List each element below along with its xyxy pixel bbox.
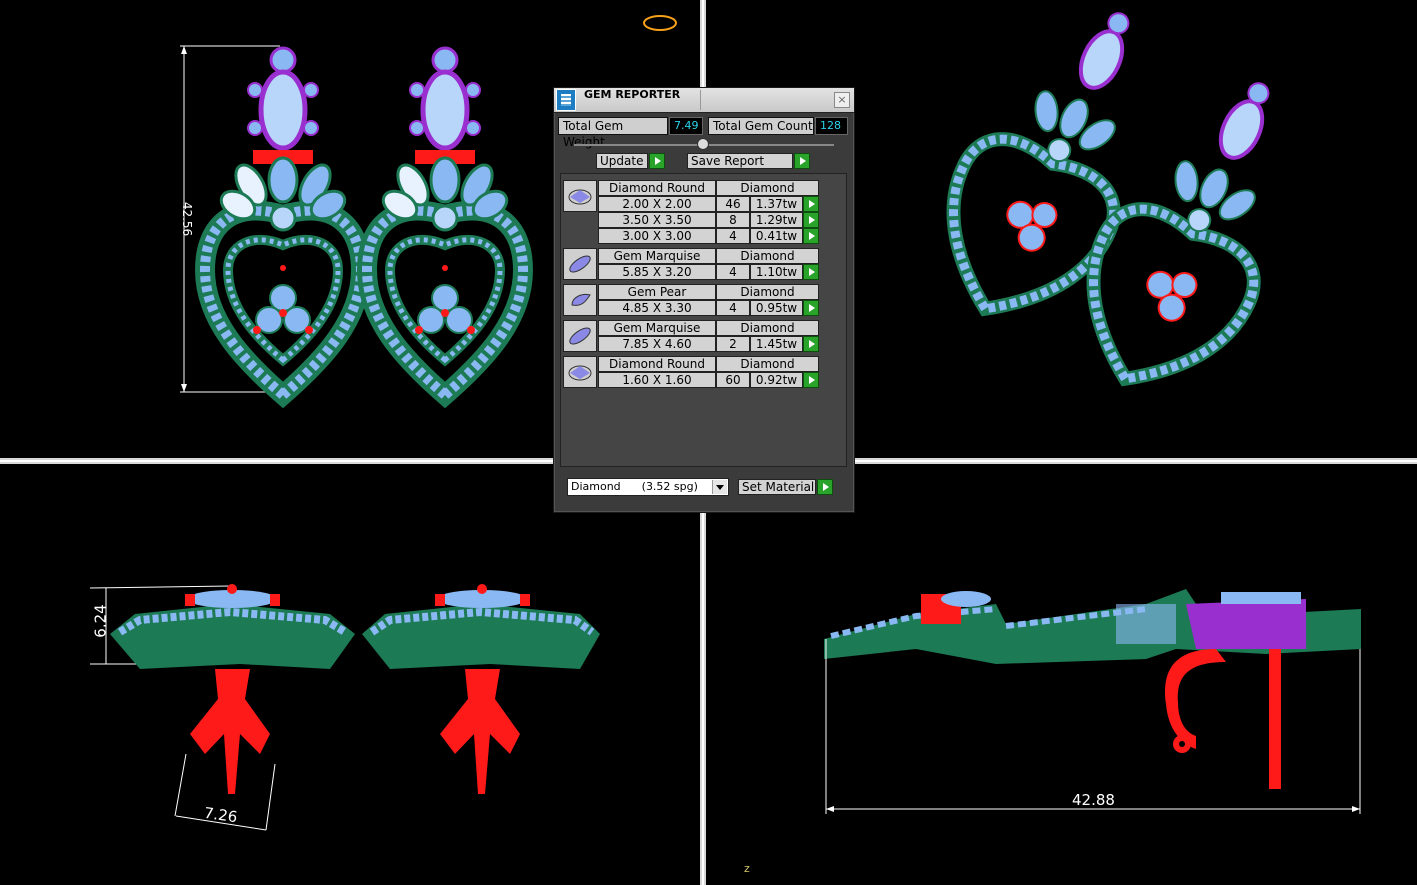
gem-size: 7.85 X 4.60 <box>598 336 716 352</box>
gem-size: 4.85 X 3.30 <box>598 300 716 316</box>
viewport-side[interactable]: 6.24 7.26 <box>0 464 700 885</box>
total-count-value: 128 <box>815 117 848 135</box>
gem-row-go-icon[interactable] <box>803 372 819 388</box>
material-select-value: Diamond (3.52 spg) <box>571 480 698 493</box>
earring-front-right <box>356 46 534 409</box>
gem-shape: Gem Marquise <box>598 320 716 336</box>
chevron-down-icon[interactable] <box>712 480 727 494</box>
gem-material: Diamond <box>716 180 819 196</box>
dim-front-height: 42.56 <box>180 201 195 237</box>
gem-count: 2 <box>716 336 750 352</box>
dim-side-length: 42.88 <box>1072 791 1115 809</box>
round-gem-icon <box>563 356 597 388</box>
gem-row-go-icon[interactable] <box>803 264 819 280</box>
gem-shape: Diamond Round <box>598 356 716 372</box>
gem-weight: 0.92tw <box>750 372 803 388</box>
side-piece-left <box>110 584 355 794</box>
gem-size: 1.60 X 1.60 <box>598 372 716 388</box>
gem-weight: 1.10tw <box>750 264 803 280</box>
gem-material: Diamond <box>716 320 819 336</box>
gem-weight: 0.95tw <box>750 300 803 316</box>
gem-size: 5.85 X 3.20 <box>598 264 716 280</box>
gem-count: 8 <box>716 212 750 228</box>
set-material-button[interactable]: Set Material <box>738 479 816 495</box>
dialog-title: GEM REPORTER <box>584 88 681 101</box>
gem-material: Diamond <box>716 248 819 264</box>
save-report-go-icon[interactable] <box>794 153 810 169</box>
gem-row-go-icon[interactable] <box>803 300 819 316</box>
total-weight-value: 7.49 <box>669 117 703 135</box>
gem-row-go-icon[interactable] <box>803 212 819 228</box>
total-count-label: Total Gem Count <box>708 117 814 135</box>
save-report-button[interactable]: Save Report <box>687 153 793 169</box>
gem-count: 4 <box>716 228 750 244</box>
pear-gem-icon <box>563 284 597 316</box>
earring-perspective-right <box>1086 82 1270 387</box>
set-material-go-icon[interactable] <box>817 479 833 495</box>
side-view-canvas <box>89 584 600 831</box>
update-go-icon[interactable] <box>649 153 665 169</box>
title-separator <box>700 90 701 110</box>
axis-z-label: z <box>744 862 750 875</box>
side-long-view-canvas <box>824 589 1361 814</box>
gem-reporter-dialog: GEM REPORTER × Total Gem Weight 7.49 Tot… <box>553 87 855 513</box>
gem-list[interactable]: Diamond Round Diamond 2.00 X 2.00 46 1.3… <box>560 173 847 467</box>
gem-weight: 1.45tw <box>750 336 803 352</box>
gem-weight: 0.41tw <box>750 228 803 244</box>
marquise-gem-icon <box>563 320 597 352</box>
gem-size: 3.50 X 3.50 <box>598 212 716 228</box>
gem-row-go-icon[interactable] <box>803 196 819 212</box>
gem-reporter-icon <box>556 89 576 111</box>
report-slider-knob[interactable] <box>697 138 709 150</box>
round-gem-icon <box>563 180 597 212</box>
gizmo-icon <box>643 15 677 31</box>
gem-count: 60 <box>716 372 750 388</box>
material-select[interactable]: Diamond (3.52 spg) <box>567 478 729 496</box>
gem-shape: Gem Pear <box>598 284 716 300</box>
earring-front-left <box>194 46 372 409</box>
side-piece-right <box>362 584 600 794</box>
gem-row-go-icon[interactable] <box>803 228 819 244</box>
gem-weight: 1.29tw <box>750 212 803 228</box>
dim-side-height: 6.24 <box>91 604 110 638</box>
close-icon[interactable]: × <box>834 92 850 108</box>
gem-count: 46 <box>716 196 750 212</box>
gem-shape: Diamond Round <box>598 180 716 196</box>
dialog-titlebar[interactable]: GEM REPORTER × <box>554 88 854 113</box>
gem-shape: Gem Marquise <box>598 248 716 264</box>
marquise-gem-icon <box>563 248 597 280</box>
gem-count: 4 <box>716 264 750 280</box>
gem-material: Diamond <box>716 356 819 372</box>
gem-size: 2.00 X 2.00 <box>598 196 716 212</box>
gem-weight: 1.37tw <box>750 196 803 212</box>
gem-row-go-icon[interactable] <box>803 336 819 352</box>
viewport-side-long[interactable]: 42.88 z <box>706 464 1417 885</box>
gem-size: 3.00 X 3.00 <box>598 228 716 244</box>
gem-material: Diamond <box>716 284 819 300</box>
update-button[interactable]: Update <box>596 153 648 169</box>
total-weight-label: Total Gem Weight <box>558 117 668 149</box>
gem-count: 4 <box>716 300 750 316</box>
